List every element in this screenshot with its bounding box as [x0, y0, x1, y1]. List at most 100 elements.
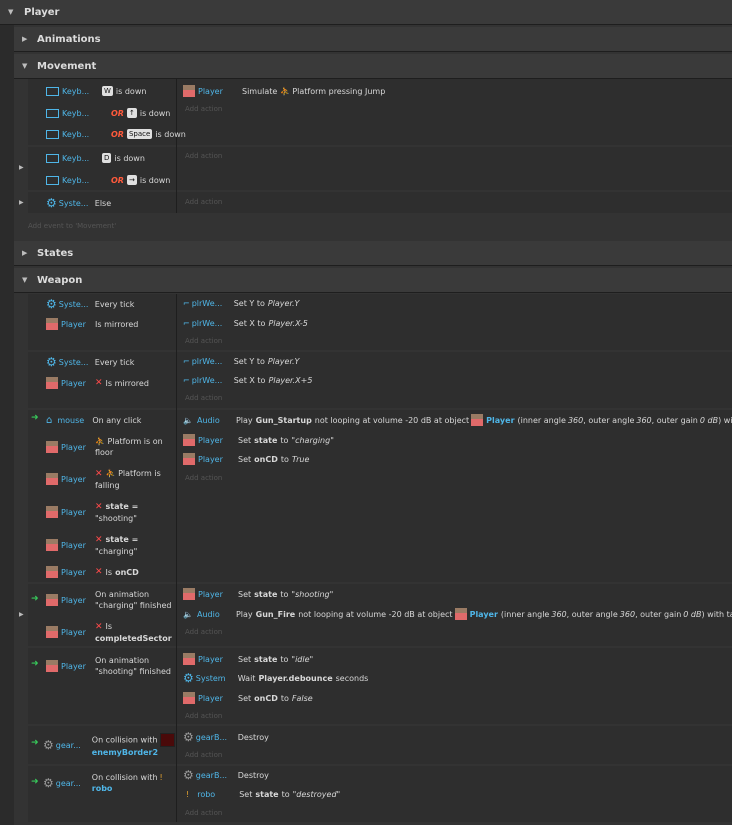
object-name[interactable]: Syste... [59, 199, 95, 208]
chevron-down-icon[interactable]: ▼ [22, 54, 27, 79]
condition-row[interactable]: Keyb... W is down [46, 84, 146, 98]
object-name[interactable]: Audio [197, 610, 236, 619]
chevron-right-icon[interactable]: ▶ [22, 241, 27, 266]
chevron-right-icon[interactable]: ▶ [19, 164, 24, 171]
group-movement[interactable]: ▼ Movement [14, 54, 732, 79]
object-name[interactable]: gearB... [196, 771, 238, 780]
object-name[interactable]: Player [61, 662, 95, 671]
object-name[interactable]: Player [198, 87, 242, 96]
group-states[interactable]: ▶ States [14, 241, 732, 266]
object-name[interactable]: Player [61, 379, 95, 388]
action-row[interactable]: ⚙ gearB... Destroy [183, 768, 269, 782]
object-name[interactable]: Player [198, 590, 238, 599]
add-action-link[interactable]: Add action [185, 712, 222, 720]
object-name[interactable]: plrWe... [192, 299, 234, 308]
add-action-link[interactable]: Add action [185, 809, 222, 817]
condition-row[interactable]: Player ✕ ⛹ Platform is falling [46, 468, 161, 490]
action-row[interactable]: 🔈 Audio Play Gun_Fire not looping at vol… [183, 607, 732, 621]
group-player[interactable]: ▼ Player [0, 0, 732, 25]
condition-row[interactable]: Player ✕ Is mirrored [46, 376, 149, 390]
add-action-link[interactable]: Add action [185, 751, 222, 759]
object-name[interactable]: Player [198, 694, 238, 703]
action-row[interactable]: Player Set onCD to True [183, 452, 309, 466]
condition-row[interactable]: ⌂ mouse On any click [46, 413, 141, 427]
object-name[interactable]: Keyb... [62, 109, 111, 118]
object-name[interactable]: Syste... [59, 300, 95, 309]
object-name[interactable]: mouse [57, 416, 92, 425]
chevron-right-icon[interactable]: ▶ [22, 27, 27, 52]
condition-row[interactable]: ⚙ Syste... Every tick [46, 297, 134, 311]
object-name[interactable]: Keyb... [62, 154, 102, 163]
action-row[interactable]: Player Set state to "idle" [183, 652, 313, 666]
action-row[interactable]: Player Set onCD to False [183, 691, 313, 705]
condition-row[interactable]: ⚙ Syste... Else [46, 196, 111, 210]
add-action-link[interactable]: Add action [185, 394, 222, 402]
object-name[interactable]: Keyb... [62, 87, 102, 96]
gear-icon: ⚙ [46, 196, 57, 210]
chevron-right-icon[interactable]: ▶ [19, 199, 24, 206]
condition-row[interactable]: Keyb... OR → is down [46, 173, 170, 187]
condition-row[interactable]: Player Is mirrored [46, 317, 138, 331]
add-action-link[interactable]: Add action [185, 105, 222, 113]
action-row[interactable]: 🔈 Audio Play Gun_Startup not looping at … [183, 413, 732, 427]
condition-row[interactable]: Player On animation "shooting" finished [46, 654, 171, 678]
object-name[interactable]: robo [197, 790, 239, 799]
condition-row[interactable]: Player On animation "charging" finished [46, 588, 171, 612]
object-name[interactable]: Keyb... [62, 176, 111, 185]
object-name[interactable]: Player [61, 628, 95, 637]
object-name[interactable]: gear... [56, 779, 92, 788]
event-block[interactable] [28, 192, 732, 213]
add-action-link[interactable]: Add action [185, 628, 222, 636]
condition-row[interactable]: Keyb... D is down [46, 151, 145, 165]
action-row[interactable]: ⚙ System Wait Player.debounce seconds [183, 671, 368, 685]
condition-row[interactable]: Player ✕ Is completedSector [46, 620, 172, 644]
chevron-right-icon[interactable]: ▶ [19, 611, 24, 618]
object-name[interactable]: gearB... [196, 733, 238, 742]
object-name[interactable]: Player [61, 475, 95, 484]
object-name[interactable]: Player [61, 568, 95, 577]
condition-row[interactable]: Player ✕ state = "shooting" [46, 501, 138, 523]
condition-row[interactable]: ⚙ Syste... Every tick [46, 355, 134, 369]
group-animations[interactable]: ▶ Animations [14, 27, 732, 52]
object-name[interactable]: Player [198, 455, 238, 464]
object-name[interactable]: Player [61, 541, 95, 550]
action-row[interactable]: ⌐ plrWe... Set X to Player.X-5 [183, 316, 308, 330]
condition-row[interactable]: Player ✕ Is onCD [46, 565, 139, 579]
add-event-link[interactable]: Add event to 'Movement' [28, 222, 116, 230]
action-row[interactable]: ! robo Set state to "destroyed" [183, 787, 340, 801]
object-name[interactable]: System [196, 674, 238, 683]
add-action-link[interactable]: Add action [185, 198, 222, 206]
object-name[interactable]: plrWe... [192, 376, 234, 385]
condition-row[interactable]: Player ⛹ Platform is on floor [46, 436, 163, 458]
object-name[interactable]: Player [61, 320, 95, 329]
object-name[interactable]: Syste... [59, 358, 95, 367]
condition-row[interactable]: Keyb... OR ↑ is down [46, 106, 170, 120]
object-name[interactable]: Player [61, 443, 95, 452]
add-action-link[interactable]: Add action [185, 337, 222, 345]
condition-row[interactable]: ⚙ gear... On collision with! robo [43, 771, 163, 795]
group-weapon[interactable]: ▼ Weapon [14, 268, 732, 293]
action-row[interactable]: Player Set state to "shooting" [183, 587, 333, 601]
object-name[interactable]: plrWe... [192, 357, 234, 366]
action-row[interactable]: ⌐ plrWe... Set Y to Player.Y [183, 296, 299, 310]
object-name[interactable]: Player [61, 508, 95, 517]
action-row[interactable]: Player Simulate ⛹ Platform pressing Jump [183, 84, 385, 98]
condition-row[interactable]: ⚙ gear... On collision with enemyBorder2 [43, 732, 175, 757]
action-row[interactable]: ⌐ plrWe... Set Y to Player.Y [183, 354, 299, 368]
object-name[interactable]: Keyb... [62, 130, 111, 139]
object-name[interactable]: Player [198, 436, 238, 445]
action-row[interactable]: ⌐ plrWe... Set X to Player.X+5 [183, 373, 312, 387]
action-row[interactable]: Player Set state to "charging" [183, 433, 334, 447]
action-row[interactable]: ⚙ gearB... Destroy [183, 730, 269, 744]
condition-row[interactable]: Keyb... OR Space is down [46, 127, 186, 141]
object-name[interactable]: Player [61, 596, 95, 605]
chevron-down-icon[interactable]: ▼ [22, 268, 27, 293]
condition-row[interactable]: Player ✕ state = "charging" [46, 534, 138, 556]
add-action-link[interactable]: Add action [185, 152, 222, 160]
object-name[interactable]: Audio [197, 416, 236, 425]
object-name[interactable]: gear... [56, 741, 92, 750]
object-name[interactable]: Player [198, 655, 238, 664]
object-name[interactable]: plrWe... [192, 319, 234, 328]
add-action-link[interactable]: Add action [185, 474, 222, 482]
chevron-down-icon[interactable]: ▼ [8, 0, 13, 25]
